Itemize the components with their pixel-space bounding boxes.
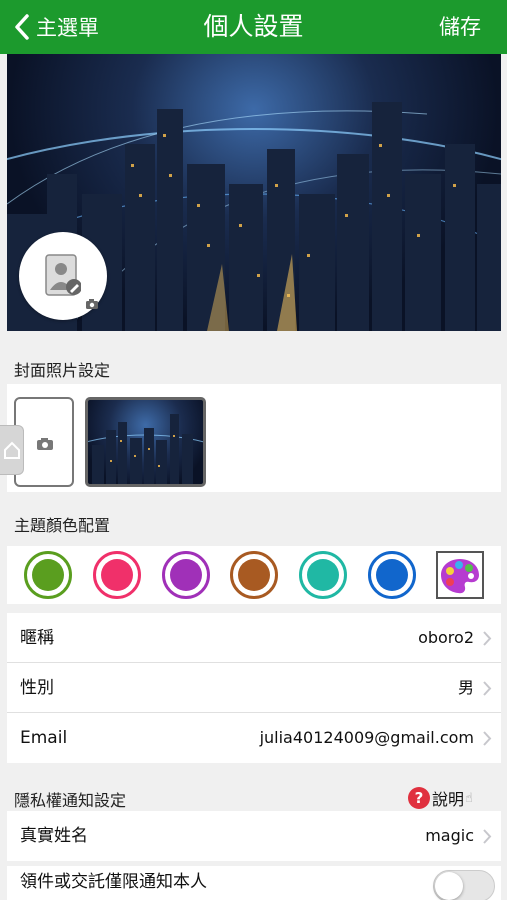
nickname-label: 暱稱 bbox=[20, 628, 54, 648]
side-home-tab[interactable] bbox=[0, 425, 24, 475]
gender-value: 男 bbox=[457, 678, 474, 697]
back-button[interactable]: 主選單 bbox=[12, 10, 99, 44]
cover-picker bbox=[7, 384, 501, 492]
pointer-hand-icon: ☝ bbox=[465, 790, 473, 806]
toggle-knob bbox=[435, 872, 463, 900]
camera-icon bbox=[86, 299, 98, 309]
help-icon: ? bbox=[408, 787, 430, 809]
swatch-dot bbox=[170, 559, 202, 591]
swatch-dot bbox=[32, 559, 64, 591]
real-name-label: 真實姓名 bbox=[20, 826, 88, 846]
real-name-value: magic bbox=[425, 826, 474, 845]
custom-color-palette-button[interactable] bbox=[436, 551, 484, 599]
chevron-right-icon bbox=[483, 631, 492, 646]
color-swatch-teal[interactable] bbox=[299, 551, 347, 599]
nickname-row[interactable]: 暱稱 oboro2 bbox=[7, 613, 501, 663]
chevron-right-icon bbox=[483, 681, 492, 696]
privacy-settings-label: 隱私權通知設定 bbox=[14, 791, 127, 810]
avatar[interactable] bbox=[19, 232, 107, 320]
chevron-right-icon bbox=[483, 829, 492, 844]
color-swatch-green[interactable] bbox=[24, 551, 72, 599]
help-button[interactable]: ? 說明 ☝ bbox=[408, 786, 473, 810]
privacy-card: 真實姓名 magic bbox=[7, 811, 501, 861]
color-swatch-pink[interactable] bbox=[93, 551, 141, 599]
nickname-value: oboro2 bbox=[418, 628, 474, 647]
email-value: julia40124009@gmail.com bbox=[259, 728, 474, 747]
chevron-right-icon bbox=[483, 731, 492, 746]
real-name-row[interactable]: 真實姓名 magic bbox=[7, 811, 501, 861]
back-label: 主選單 bbox=[36, 16, 99, 40]
profile-card: 暱稱 oboro2 性別 男 Email julia40124009@gmail… bbox=[7, 613, 501, 763]
cover-thumbnail[interactable] bbox=[85, 397, 206, 487]
palette-icon bbox=[441, 559, 479, 594]
theme-color-label: 主題顏色配置 bbox=[14, 516, 111, 535]
gender-row[interactable]: 性別 男 bbox=[7, 663, 501, 713]
nav-bar: 主選單 個人設置 儲存 bbox=[0, 0, 507, 54]
color-swatch-purple[interactable] bbox=[162, 551, 210, 599]
swatch-dot bbox=[307, 559, 339, 591]
camera-icon bbox=[37, 438, 53, 450]
edit-avatar-icon bbox=[45, 254, 81, 296]
theme-color-row bbox=[7, 546, 501, 604]
swatch-dot bbox=[101, 559, 133, 591]
color-swatch-brown[interactable] bbox=[230, 551, 278, 599]
notify-self-label: 領件或交託僅限通知本人 bbox=[20, 872, 207, 892]
cover-settings-label: 封面照片設定 bbox=[14, 361, 111, 380]
help-label: 說明 bbox=[432, 790, 465, 809]
home-icon bbox=[4, 441, 20, 459]
notify-card: 領件或交託僅限通知本人 bbox=[7, 866, 501, 900]
gender-label: 性別 bbox=[20, 678, 54, 698]
swatch-dot bbox=[376, 559, 408, 591]
email-row[interactable]: Email julia40124009@gmail.com bbox=[7, 713, 501, 763]
notify-self-row: 領件或交託僅限通知本人 bbox=[7, 866, 501, 900]
email-label: Email bbox=[20, 728, 68, 748]
swatch-dot bbox=[238, 559, 270, 591]
notify-self-toggle[interactable] bbox=[433, 870, 495, 900]
chevron-left-icon bbox=[15, 14, 29, 40]
color-swatch-blue[interactable] bbox=[368, 551, 416, 599]
save-button[interactable]: 儲存 bbox=[439, 10, 481, 44]
